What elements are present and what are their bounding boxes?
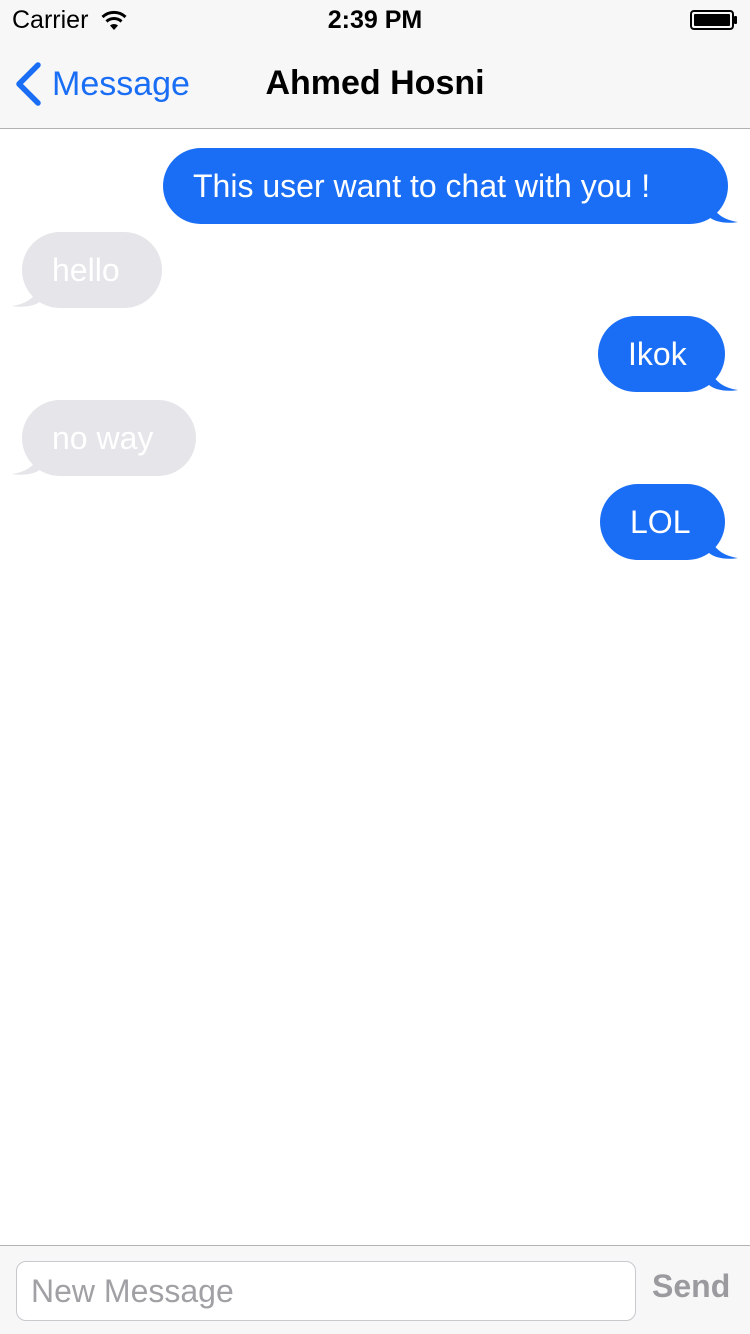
incoming-message-bubble: hello [22, 232, 162, 308]
message-text: LOL [630, 504, 691, 540]
chat-screen: Carrier 2:39 PM Message Ahmed Hosni This… [0, 0, 750, 1334]
message-text: This user want to chat with you ! [193, 168, 651, 204]
bubble-tail [708, 198, 738, 223]
battery-icon [690, 10, 737, 30]
incoming-message-bubble: no way [22, 400, 196, 476]
send-button[interactable]: Send [652, 1268, 730, 1305]
bubble-tail [708, 366, 738, 391]
status-time: 2:39 PM [327, 6, 423, 34]
status-bar: Carrier 2:39 PM [0, 0, 750, 40]
navigation-bar: Message Ahmed Hosni [0, 40, 750, 129]
outgoing-message-bubble: LOL [600, 484, 725, 560]
outgoing-message-bubble: Ikok [598, 316, 725, 392]
new-message-input[interactable] [16, 1261, 636, 1321]
bubble-tail [12, 450, 42, 475]
message-composer: Send [0, 1245, 750, 1334]
message-text: Ikok [628, 336, 687, 372]
message-text: hello [52, 252, 120, 288]
bubble-tail [12, 282, 42, 307]
outgoing-message-bubble: This user want to chat with you ! [163, 148, 728, 224]
bubble-tail [708, 534, 738, 559]
conversation-title: Ahmed Hosni [265, 64, 485, 102]
message-text: no way [52, 420, 154, 456]
